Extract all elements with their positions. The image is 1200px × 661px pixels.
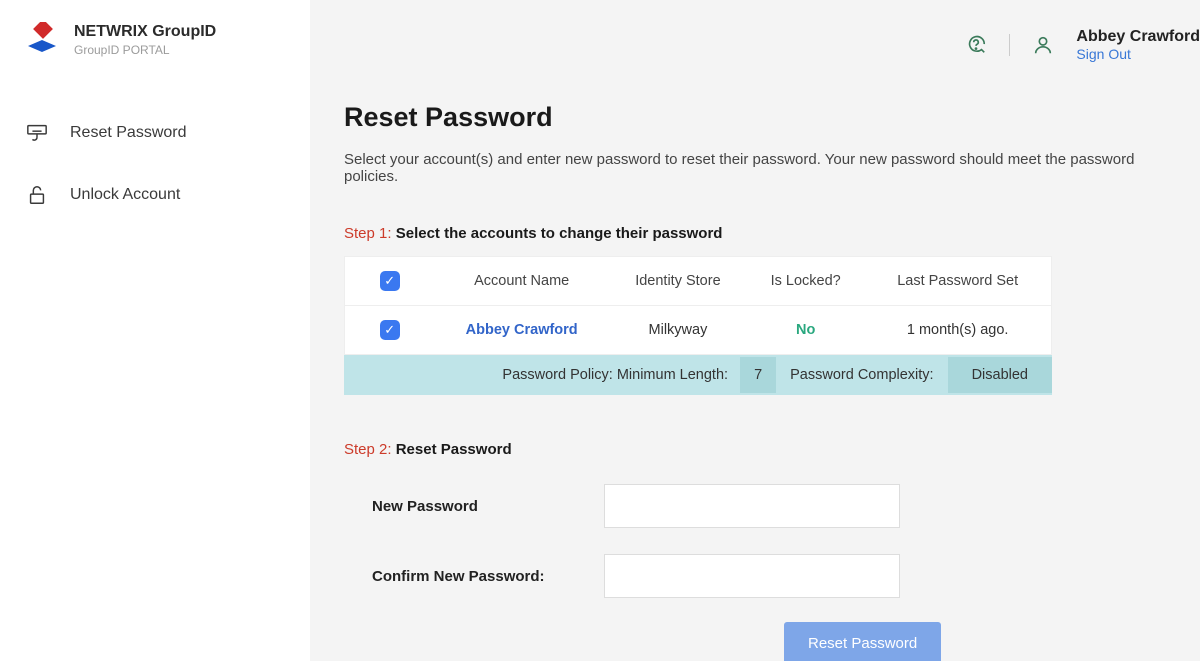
- user-icon[interactable]: [1032, 34, 1054, 56]
- unlock-icon: [26, 184, 48, 206]
- topbar-user-block: Abbey Crawford Sign Out: [1076, 28, 1200, 62]
- new-password-row: New Password: [344, 484, 1170, 528]
- cell-is-locked: No: [796, 322, 815, 338]
- sidebar-item-label: Reset Password: [70, 124, 187, 142]
- step2-prefix: Step 2:: [344, 441, 392, 458]
- step1-text: Select the accounts to change their pass…: [396, 225, 723, 242]
- step2-label: Step 2: Reset Password: [344, 441, 1170, 458]
- policy-min-length-value: 7: [740, 357, 776, 393]
- help-icon[interactable]: [965, 34, 987, 56]
- reset-password-button[interactable]: Reset Password: [784, 622, 941, 661]
- policy-min-length-label: Password Policy: Minimum Length:: [502, 367, 740, 383]
- topbar: Abbey Crawford Sign Out: [310, 0, 1200, 62]
- policy-complexity-value: Disabled: [948, 357, 1052, 393]
- col-identity-store: Identity Store: [609, 257, 747, 306]
- page-description: Select your account(s) and enter new pas…: [344, 151, 1170, 185]
- step1-prefix: Step 1:: [344, 225, 392, 242]
- table-row: ✓ Abbey Crawford Milkyway No 1 month(s) …: [345, 306, 1052, 355]
- brand-text: NETWRIX GroupID GroupID PORTAL: [74, 23, 216, 57]
- confirm-password-label: Confirm New Password:: [344, 568, 604, 585]
- step2-text: Reset Password: [396, 441, 512, 458]
- step1-label: Step 1: Select the accounts to change th…: [344, 225, 1170, 242]
- col-is-locked: Is Locked?: [747, 257, 864, 306]
- confirm-password-input[interactable]: [604, 554, 900, 598]
- topbar-divider: [1009, 34, 1010, 56]
- brand-subtitle: GroupID PORTAL: [74, 43, 216, 57]
- password-policy-row: Password Policy: Minimum Length: 7 Passw…: [344, 355, 1052, 395]
- sidebar-item-unlock-account[interactable]: Unlock Account: [20, 164, 290, 226]
- topbar-user-name: Abbey Crawford: [1076, 28, 1200, 46]
- sidebar-item-reset-password[interactable]: Reset Password: [20, 102, 290, 164]
- brand-logo-icon: [24, 22, 60, 58]
- sidebar: NETWRIX GroupID GroupID PORTAL Reset Pas…: [0, 0, 310, 661]
- new-password-label: New Password: [344, 498, 604, 515]
- cell-identity-store: Milkyway: [609, 306, 747, 355]
- keyboard-icon: [26, 122, 48, 144]
- table-header-row: ✓ Account Name Identity Store Is Locked?…: [345, 257, 1052, 306]
- content: Reset Password Select your account(s) an…: [310, 62, 1200, 661]
- confirm-password-row: Confirm New Password:: [344, 554, 1170, 598]
- accounts-table: ✓ Account Name Identity Store Is Locked?…: [344, 256, 1052, 355]
- sidebar-item-label: Unlock Account: [70, 186, 180, 204]
- main-area: Abbey Crawford Sign Out Reset Password S…: [310, 0, 1200, 661]
- policy-complexity-label: Password Complexity:: [776, 367, 947, 383]
- account-name-link[interactable]: Abbey Crawford: [466, 322, 578, 338]
- cell-last-password-set: 1 month(s) ago.: [864, 306, 1051, 355]
- page-title: Reset Password: [344, 102, 1170, 133]
- select-all-checkbox[interactable]: ✓: [380, 271, 400, 291]
- col-account-name: Account Name: [435, 257, 609, 306]
- new-password-input[interactable]: [604, 484, 900, 528]
- sign-out-link[interactable]: Sign Out: [1076, 46, 1200, 62]
- brand-block: NETWRIX GroupID GroupID PORTAL: [20, 22, 290, 58]
- col-last-password-set: Last Password Set: [864, 257, 1051, 306]
- brand-name: NETWRIX GroupID: [74, 23, 216, 41]
- row-checkbox[interactable]: ✓: [380, 320, 400, 340]
